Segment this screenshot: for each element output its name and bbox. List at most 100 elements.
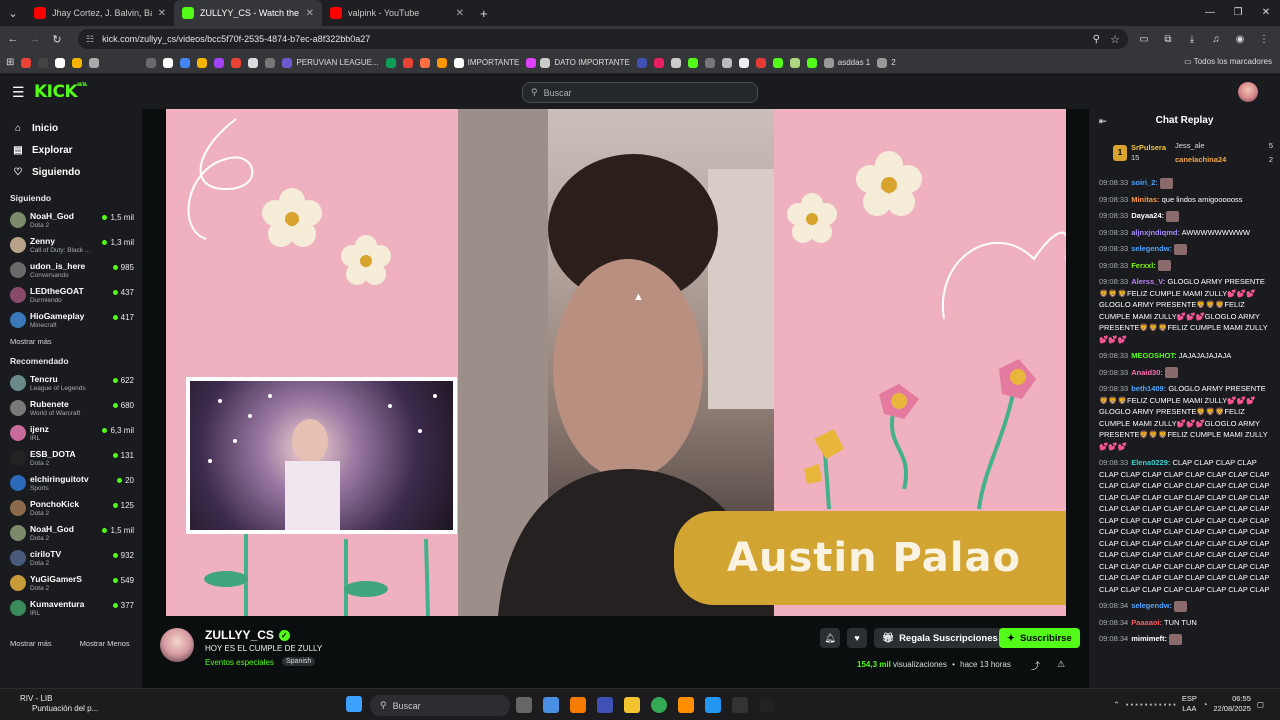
sidebar-channel[interactable]: NoaH_God Dota 2 1,5 mil: [0, 520, 142, 545]
windows-start-icon[interactable]: [346, 696, 362, 712]
bookmark-icon[interactable]: [89, 57, 100, 68]
bookmark-icon[interactable]: [265, 57, 276, 68]
sidebar-channel[interactable]: LEDtheGOAT Durmiendo 437: [0, 282, 142, 307]
downloads-icon[interactable]: ⤓: [1180, 34, 1204, 45]
message-user[interactable]: selegendw:: [1131, 601, 1172, 610]
bookmark-icon[interactable]: [163, 57, 174, 68]
task-view-icon[interactable]: [516, 697, 532, 713]
bookmark-icon[interactable]: [385, 57, 396, 68]
sidebar-channel[interactable]: ijenz IRL 6,3 mil: [0, 420, 142, 445]
weather-widget[interactable]: RIV - LIB Puntuación del p...: [20, 694, 98, 714]
media-icon[interactable]: ♫: [1204, 34, 1228, 45]
bookmark-icon[interactable]: [789, 57, 800, 68]
file-explorer-icon[interactable]: [624, 697, 640, 713]
bookmark-icon[interactable]: [670, 57, 681, 68]
bookmark-asddas-1[interactable]: asddas 1: [823, 57, 870, 68]
sidebar-channel[interactable]: HioGameplay Minecraft 417: [0, 307, 142, 332]
message-user[interactable]: MEGOSHOT:: [1131, 351, 1176, 360]
bookmark-icon[interactable]: [653, 57, 664, 68]
browser-tab[interactable]: valpink - YouTube ✕: [322, 0, 472, 26]
chat-message[interactable]: 09:08:33 Minitas: que lindos amigoooooss: [1099, 194, 1270, 206]
bookmark-icon[interactable]: [38, 57, 49, 68]
message-user[interactable]: Alerss_V:: [1131, 277, 1165, 286]
share-icon[interactable]: ⤴: [1031, 659, 1040, 672]
bookmark-icon[interactable]: [721, 57, 732, 68]
cast-icon[interactable]: ▭: [1132, 34, 1156, 45]
message-user[interactable]: soiri_2:: [1131, 178, 1158, 187]
leader-3[interactable]: canelachina24 2: [1175, 155, 1273, 164]
bookmark-icon[interactable]: [180, 57, 191, 68]
channel-avatar[interactable]: [160, 628, 194, 662]
chat-message[interactable]: 09:08:34 Paaaaoi: TUN TUN: [1099, 617, 1270, 629]
video-player[interactable]: Austin Palao ▲: [142, 109, 1089, 616]
tab-close-icon[interactable]: ✕: [158, 8, 166, 19]
sidebar-channel[interactable]: Zenny Call of Duty: Black ... 1,3 mil: [0, 232, 142, 257]
sidebar-nav-inicio[interactable]: ⌂ Inicio: [0, 117, 142, 139]
app-icon[interactable]: [678, 697, 694, 713]
chat-message[interactable]: 09:08:33 MEGOSHOT: JAJAJAJAJAJA: [1099, 350, 1270, 362]
sidebar-channel[interactable]: Kumaventura IRL 377: [0, 595, 142, 620]
sidebar-channel[interactable]: ESB_DOTA Dota 2 131: [0, 445, 142, 470]
bookmark-icon[interactable]: [687, 57, 698, 68]
chat-message[interactable]: 09:08:33 Alerss_V: GLOGLO ARMY PRESENTE 🦁…: [1099, 276, 1270, 345]
app-icon[interactable]: [705, 697, 721, 713]
message-user[interactable]: Minitas:: [1131, 195, 1159, 204]
sidebar-channel[interactable]: YuGiGamerS Dota 2 549: [0, 570, 142, 595]
bookmark-icon[interactable]: [772, 57, 783, 68]
sidebar-channel[interactable]: udon_is_here Conversando 985: [0, 257, 142, 282]
chat-message[interactable]: 09:08:33 Anaid30:: [1099, 367, 1270, 379]
app-icon[interactable]: [732, 697, 748, 713]
bookmark-icon[interactable]: [755, 57, 766, 68]
tab-list-icon[interactable]: ⌄: [0, 7, 26, 20]
language-tag[interactable]: Spanish: [282, 657, 316, 666]
chrome-icon[interactable]: [651, 697, 667, 713]
sidebar-nav-siguiendo[interactable]: ♡ Siguiendo: [0, 161, 142, 183]
message-user[interactable]: Ferxxl:: [1131, 261, 1156, 270]
app-icon[interactable]: [597, 697, 613, 713]
channel-name[interactable]: ZULLYY_CS: [205, 628, 274, 642]
chat-message[interactable]: 09:08:33 selegendw:: [1099, 243, 1270, 255]
sidebar-nav-explorar[interactable]: ▤ Explorar: [0, 139, 142, 161]
chat-message[interactable]: 09:08:33 beth1409: GLOGLO ARMY PRESENTE🦁🦁…: [1099, 383, 1270, 452]
message-user[interactable]: beth1409:: [1131, 384, 1166, 393]
gift-subs-button[interactable]: 🎁︎ Regala Suscripciones: [874, 628, 1006, 648]
bookmark-icon[interactable]: [248, 57, 259, 68]
hamburger-menu-icon[interactable]: ☰: [12, 84, 25, 101]
collapse-chat-icon[interactable]: ⇤: [1099, 109, 1107, 133]
language-indicator[interactable]: ESP LAA: [1182, 694, 1197, 714]
leader-2[interactable]: Jess_ale 5: [1175, 141, 1273, 150]
message-user[interactable]: aljnxjndiqmd:: [1131, 228, 1180, 237]
bookmark-icon[interactable]: [214, 57, 225, 68]
bookmark-dato-importante[interactable]: DATO IMPORTANTE: [526, 57, 630, 68]
sidebar-channel[interactable]: PonchoKick Dota 2 125: [0, 495, 142, 520]
browser-tab[interactable]: Jhay Cortez, J. Balvin, Bad Bunny ✕: [26, 0, 174, 26]
tray-overflow-icon[interactable]: ⌃: [1113, 700, 1119, 709]
bookmark-icon[interactable]: [704, 57, 715, 68]
extensions-icon[interactable]: ⧉: [1156, 34, 1180, 45]
search-input[interactable]: ⚲ Buscar: [522, 82, 758, 103]
chat-message[interactable]: 09:08:34 mimimeft:: [1099, 633, 1270, 645]
sidebar-channel[interactable]: elchiringuitotv Sports 20: [0, 470, 142, 495]
bookmark-icon[interactable]: [402, 57, 413, 68]
message-user[interactable]: Anaid30:: [1131, 368, 1163, 377]
restore-icon[interactable]: ❐: [1224, 0, 1252, 26]
clock[interactable]: 06:55 22/08/2025: [1213, 694, 1251, 714]
sidebar-channel[interactable]: NoaH_God Dota 2 1,5 mil: [0, 207, 142, 232]
sidebar-channel[interactable]: Rubenete World of Warcraft 680: [0, 395, 142, 420]
app-icon[interactable]: [759, 697, 775, 713]
chat-message[interactable]: 09:08:33 Dayaa24:: [1099, 210, 1270, 222]
notifications-icon[interactable]: ▢: [1257, 700, 1264, 709]
bookmark-icon[interactable]: [419, 57, 430, 68]
leader-1[interactable]: 1 SrPulsera 15: [1113, 143, 1166, 163]
video-frame[interactable]: Austin Palao: [166, 109, 1066, 616]
all-bookmarks[interactable]: ▭ Todos los marcadores: [1184, 57, 1272, 66]
bookmark-icon[interactable]: [146, 57, 157, 68]
chat-message[interactable]: 09:08:34 selegendw:: [1099, 600, 1270, 612]
sidebar-channel[interactable]: ciriloTV Dota 2 932: [0, 545, 142, 570]
minimize-icon[interactable]: —: [1196, 0, 1224, 26]
back-icon[interactable]: ←: [2, 33, 24, 45]
bookmark-peruvian-league[interactable]: PERUVIAN LEAGUE...: [282, 57, 379, 68]
sidebar-channel[interactable]: Tencru League of Legends 622: [0, 370, 142, 395]
chat-message[interactable]: 09:08:33 soiri_2:: [1099, 177, 1270, 189]
message-user[interactable]: selegendw:: [1131, 244, 1172, 253]
